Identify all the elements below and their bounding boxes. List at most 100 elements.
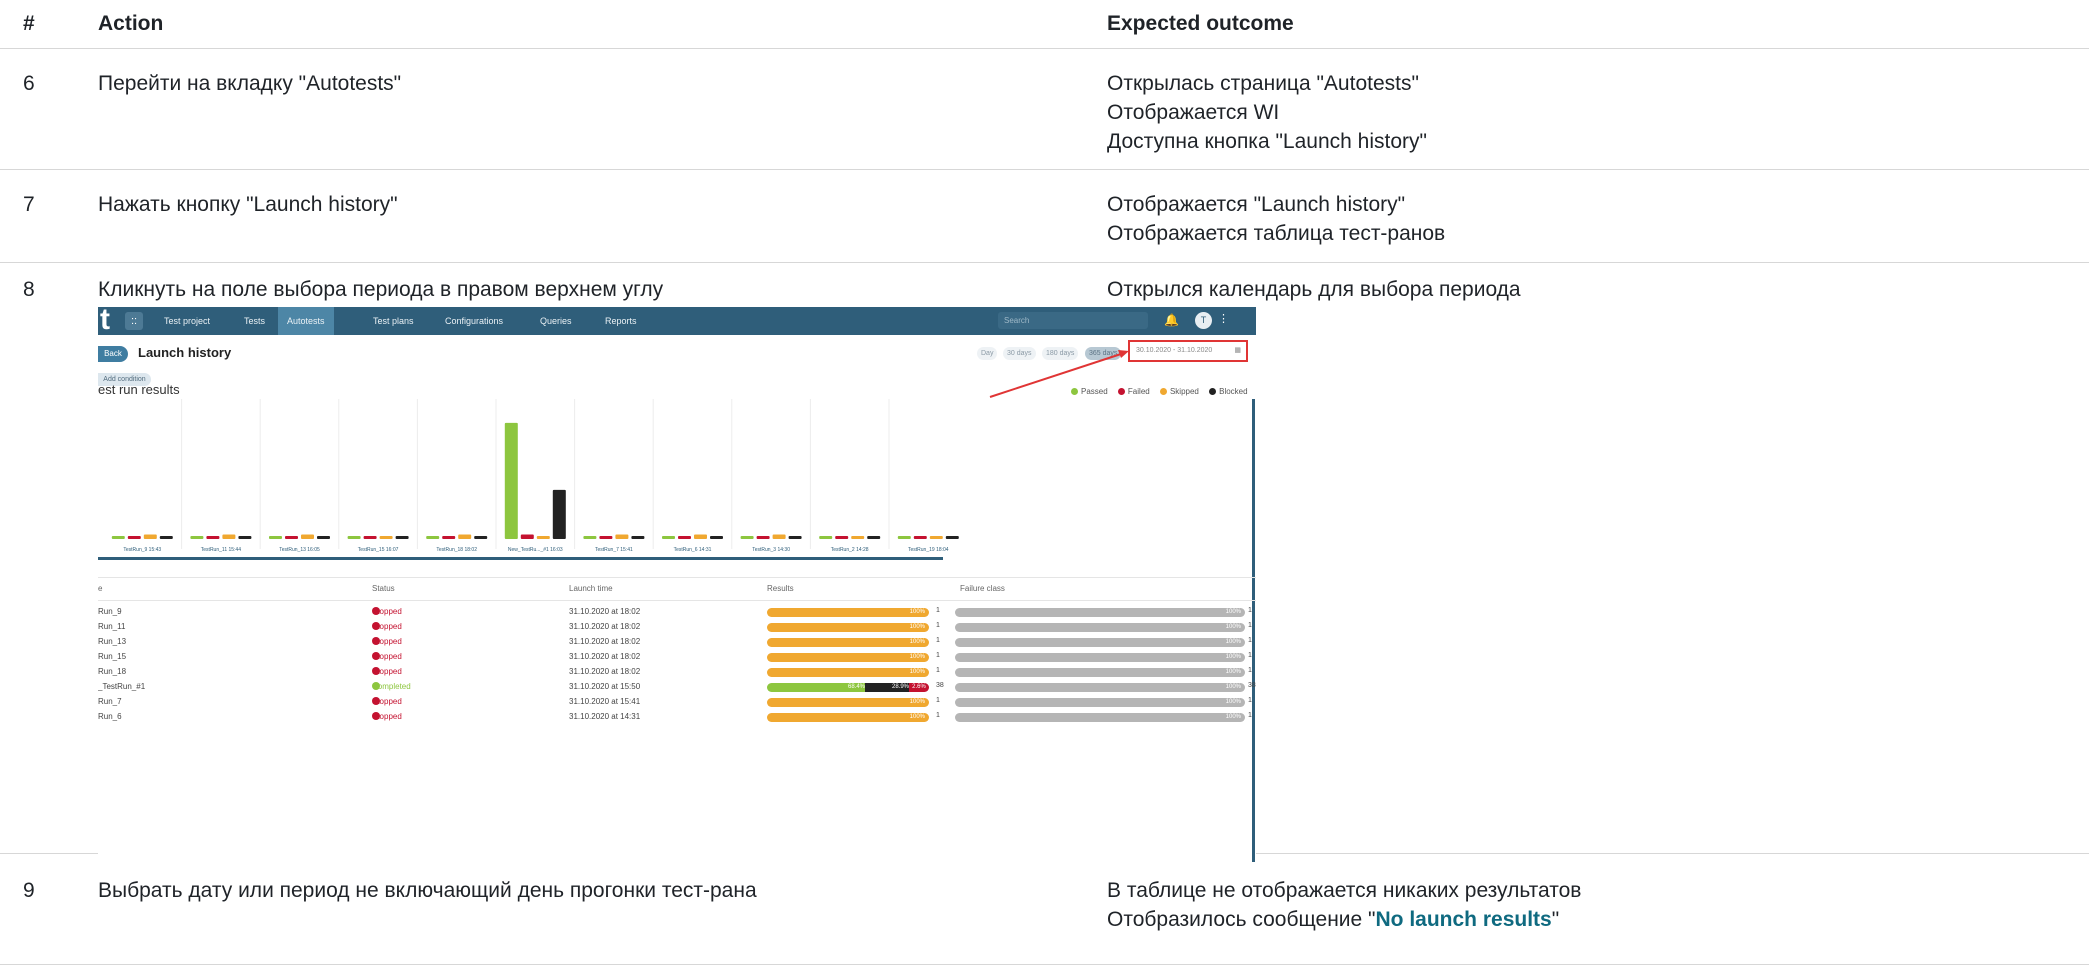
chart-x-tick-label: TestRun_7 15:41 (595, 547, 633, 553)
legend-passed: Passed (1071, 387, 1108, 396)
chart-bar-skipped[interactable] (379, 536, 393, 539)
chart-x-tick-label: New_TestRu..._#1 16:03 (508, 547, 563, 553)
step-action: Перейти на вкладку "Autotests" (98, 72, 402, 95)
run-status: Stopped (372, 697, 402, 706)
chart-x-tick-label: TestRun_6 14:31 (674, 547, 712, 553)
chart-bar-skipped[interactable] (615, 534, 629, 539)
chart-bar-failed[interactable] (363, 536, 377, 539)
chart-bar-blocked[interactable] (317, 536, 330, 539)
run-status: Stopped (372, 637, 402, 646)
failure-count: 1 (1248, 697, 1252, 704)
chart-x-tick-label: TestRun_15 16:07 (358, 547, 399, 553)
results-bar-failed: 2.6% (909, 683, 929, 692)
message-suffix: " (1551, 908, 1560, 931)
chart-bar-failed[interactable] (127, 536, 141, 539)
chart-bar-passed[interactable] (426, 536, 440, 539)
chart-bar-blocked[interactable] (867, 536, 881, 539)
stop-icon (372, 622, 380, 630)
expected-line: Отображается таблица тест-ранов (1107, 222, 1446, 245)
chart-bar-passed[interactable] (897, 536, 911, 539)
chart-bar-passed[interactable] (662, 536, 675, 539)
chart-bar-failed[interactable] (206, 536, 220, 539)
chart-bar-skipped[interactable] (851, 536, 865, 539)
stop-icon (372, 607, 380, 615)
expected-line: Отображается WI (1107, 101, 1280, 124)
chart-bar-failed[interactable] (285, 536, 298, 539)
results-bar-skipped: 100% (767, 653, 929, 662)
results-bar-skipped: 100% (767, 623, 929, 632)
chart-bar-passed[interactable] (347, 536, 361, 539)
run-name[interactable]: Run_9 (98, 607, 122, 616)
chart-bar-failed[interactable] (756, 536, 770, 539)
chart-bar-passed[interactable] (819, 536, 833, 539)
results-bar-skipped: 100% (767, 608, 929, 617)
run-status: Stopped (372, 607, 402, 616)
chart-x-tick-label: TestRun_3 14:30 (752, 547, 790, 553)
failure-count: 1 (1248, 712, 1252, 719)
chart-bar-failed[interactable] (913, 536, 927, 539)
results-bar-skipped: 100% (767, 698, 929, 707)
chart-bar-blocked[interactable] (631, 536, 645, 539)
results-count: 1 (936, 637, 940, 644)
failure-count: 1 (1248, 652, 1252, 659)
chart-x-tick-label: TestRun_9 15:43 (123, 547, 161, 553)
chart-bar-skipped[interactable] (772, 534, 786, 539)
chart-bar-passed[interactable] (504, 422, 518, 539)
table-header: # Action Expected outcome (0, 0, 2089, 49)
chart-bar-failed[interactable] (442, 536, 456, 539)
header-num: # (23, 12, 35, 35)
chart-bar-skipped[interactable] (929, 536, 943, 539)
expected-line: Отображается "Launch history" (1107, 193, 1406, 216)
table-row[interactable]: Run_6 Stopped 31.10.2020 at 14:31 100% 1 100%… (98, 708, 1256, 728)
chart-bar-blocked[interactable] (710, 536, 723, 539)
launch-time: 31.10.2020 at 18:02 (569, 607, 641, 616)
launch-time: 31.10.2020 at 15:41 (569, 697, 641, 706)
chart-bar-failed[interactable] (599, 536, 613, 539)
expected-line: Открылся календарь для выбора периода (1107, 278, 1521, 301)
run-name[interactable]: _TestRun_#1 (98, 682, 145, 691)
expected-line: Доступна кнопка "Launch history" (1107, 130, 1427, 153)
chart-x-tick-label: TestRun_19 18:04 (908, 547, 949, 553)
launch-time: 31.10.2020 at 18:02 (569, 637, 641, 646)
chart-horizontal-scrollbar[interactable] (98, 557, 943, 560)
chart-bar-blocked[interactable] (238, 536, 252, 539)
chart-bar-passed[interactable] (269, 536, 282, 539)
chart-bar-blocked[interactable] (159, 536, 173, 539)
chart-bar-blocked[interactable] (474, 536, 488, 539)
chart-bar-skipped[interactable] (536, 536, 550, 539)
chart-bar-passed[interactable] (111, 536, 125, 539)
chart-bar-blocked[interactable] (395, 536, 409, 539)
legend-blocked: Blocked (1209, 387, 1248, 396)
chart-bar-skipped[interactable] (143, 534, 157, 539)
col-name: e (98, 584, 103, 593)
stop-icon (372, 712, 380, 720)
chart-bar-failed[interactable] (520, 534, 534, 539)
chart-bar-failed[interactable] (835, 536, 849, 539)
chart-bar-skipped[interactable] (458, 534, 472, 539)
run-name[interactable]: Run_13 (98, 637, 126, 646)
run-name[interactable]: Run_18 (98, 667, 126, 676)
run-name[interactable]: Run_6 (98, 712, 122, 721)
launch-time: 31.10.2020 at 18:02 (569, 652, 641, 661)
step-expected: Открылся календарь для выбора периода (1107, 275, 1521, 304)
run-name[interactable]: Run_7 (98, 697, 122, 706)
run-name[interactable]: Run_15 (98, 652, 126, 661)
step-action: Выбрать дату или период не включающий де… (98, 879, 757, 902)
launch-time: 31.10.2020 at 14:31 (569, 712, 641, 721)
chart-bar-blocked[interactable] (945, 536, 959, 539)
chart-bar-passed[interactable] (190, 536, 204, 539)
launch-time: 31.10.2020 at 18:02 (569, 622, 641, 631)
chart-bar-passed[interactable] (740, 536, 754, 539)
expected-line: Открылась страница "Autotests" (1107, 72, 1419, 95)
chart-bar-blocked[interactable] (552, 489, 566, 539)
chart-bar-blocked[interactable] (788, 536, 802, 539)
chart-bar-skipped[interactable] (694, 534, 707, 539)
chart-bar-skipped[interactable] (301, 534, 314, 539)
run-status: Stopped (372, 667, 402, 676)
chart-bar-failed[interactable] (678, 536, 691, 539)
chart-bar-passed[interactable] (583, 536, 597, 539)
run-name[interactable]: Run_11 (98, 622, 125, 631)
chart-bar-skipped[interactable] (222, 534, 236, 539)
failure-class-bar: 100% (955, 608, 1245, 617)
failure-count: 1 (1248, 637, 1252, 644)
